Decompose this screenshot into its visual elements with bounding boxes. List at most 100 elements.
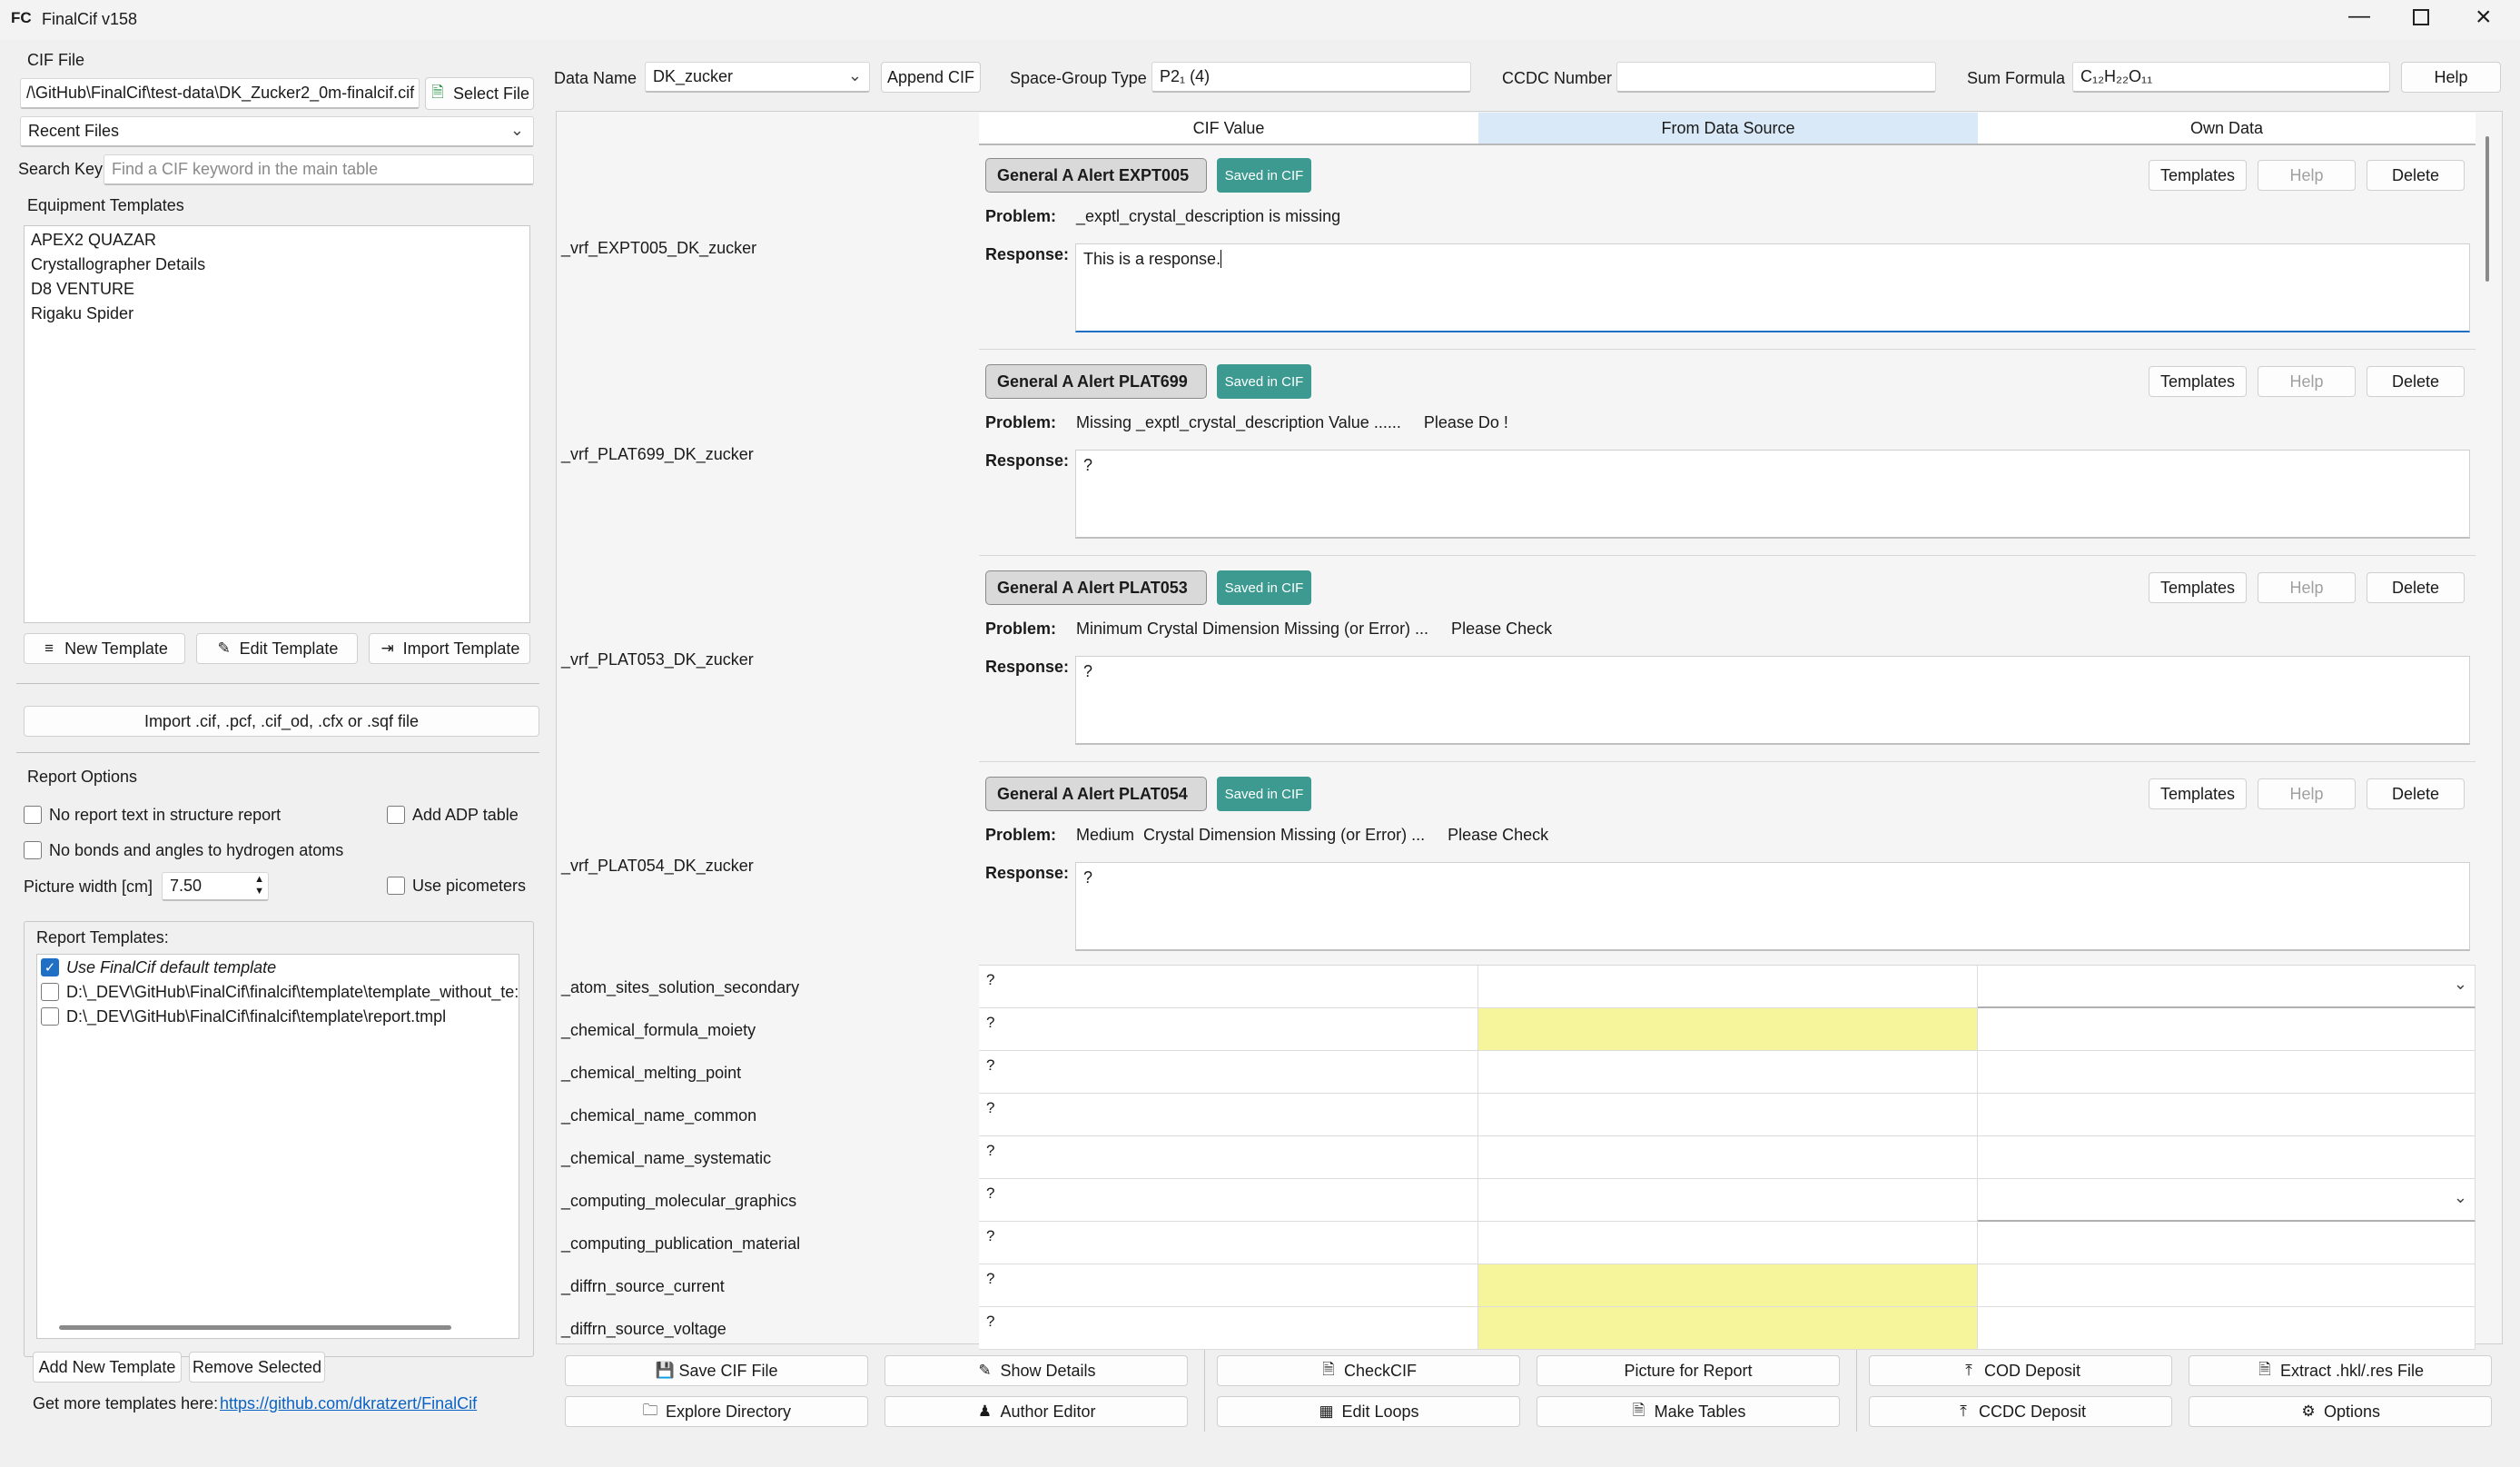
own-data-combo[interactable]: ⌄ (1978, 1179, 2476, 1222)
show-details-button[interactable]: ✎ Show Details (884, 1355, 1188, 1386)
templates-button[interactable]: Templates (2149, 778, 2247, 809)
list-item[interactable]: D:\_DEV\GitHub\FinalCif\finalcif\templat… (66, 983, 519, 1002)
use-picometers-checkbox[interactable] (387, 877, 405, 895)
delete-button[interactable]: Delete (2367, 366, 2465, 397)
own-data-cell[interactable] (1978, 1307, 2476, 1350)
remove-selected-button[interactable]: Remove Selected (189, 1352, 325, 1383)
cif-value-cell[interactable]: ? (979, 1094, 1478, 1136)
data-source-cell[interactable] (1478, 1264, 1978, 1307)
help-button[interactable]: Help (2258, 778, 2356, 809)
data-source-cell[interactable] (1478, 1051, 1978, 1094)
data-source-cell[interactable] (1478, 966, 1978, 1008)
help-button[interactable]: Help (2258, 366, 2356, 397)
data-source-cell[interactable] (1478, 1222, 1978, 1264)
own-data-cell[interactable] (1978, 1222, 2476, 1264)
author-editor-button[interactable]: ♟ Author Editor (884, 1396, 1188, 1427)
template-checkbox[interactable]: ✓ (41, 958, 59, 976)
list-item[interactable]: Crystallographer Details (31, 255, 205, 274)
make-tables-button[interactable]: 🗎 Make Tables (1537, 1396, 1840, 1427)
delete-button[interactable]: Delete (2367, 572, 2465, 603)
list-item[interactable]: D8 VENTURE (31, 280, 134, 299)
equipment-templates-list[interactable]: APEX2 QUAZAR Crystallographer Details D8… (24, 225, 530, 623)
title-bar[interactable]: FC FinalCif v158 — × (0, 0, 2520, 40)
cif-value-cell[interactable]: ? (979, 966, 1478, 1008)
horizontal-scrollbar[interactable] (59, 1325, 451, 1330)
picture-width-spinbox[interactable]: 7.50 ▲ ▼ (162, 872, 269, 901)
delete-button[interactable]: Delete (2367, 160, 2465, 191)
data-name-combo[interactable]: DK_zucker ⌄ (645, 62, 870, 93)
column-header-data-source[interactable]: From Data Source (1478, 113, 1978, 145)
own-data-cell[interactable] (1978, 1051, 2476, 1094)
more-templates-link[interactable]: https://github.com/dkratzert/FinalCif (220, 1394, 477, 1413)
data-source-cell[interactable] (1478, 1094, 1978, 1136)
help-button[interactable]: Help (2258, 572, 2356, 603)
search-key-input[interactable]: Find a CIF keyword in the main table (104, 154, 534, 185)
data-source-cell[interactable] (1478, 1136, 1978, 1179)
select-file-button[interactable]: 🗎 Select File (425, 77, 534, 110)
picture-report-button[interactable]: Picture for Report (1537, 1355, 1840, 1386)
vertical-scrollbar[interactable] (2485, 136, 2489, 282)
templates-button[interactable]: Templates (2149, 366, 2247, 397)
spin-arrows-icon[interactable]: ▲ ▼ (254, 874, 264, 897)
recent-files-combo[interactable]: Recent Files ⌄ (20, 116, 534, 147)
close-icon[interactable]: × (2476, 2, 2492, 33)
list-item[interactable]: APEX2 QUAZAR (31, 231, 156, 250)
response-textarea[interactable]: ? (1075, 656, 2470, 745)
no-bonds-checkbox[interactable] (24, 841, 42, 859)
cif-file-path[interactable]: /\GitHub\FinalCif\test-data\DK_Zucker2_0… (20, 78, 420, 109)
cod-deposit-button[interactable]: ⤒ COD Deposit (1869, 1355, 2172, 1386)
checkcif-button[interactable]: 🗎 CheckCIF (1217, 1355, 1520, 1386)
data-source-cell[interactable] (1478, 1008, 1978, 1051)
save-cif-button[interactable]: 💾 Save CIF File (565, 1355, 868, 1386)
templates-button[interactable]: Templates (2149, 160, 2247, 191)
no-report-text-checkbox[interactable] (24, 806, 42, 824)
options-button[interactable]: ⚙ Options (2189, 1396, 2492, 1427)
add-new-template-button[interactable]: Add New Template (33, 1352, 182, 1383)
list-item[interactable]: Rigaku Spider (31, 304, 133, 323)
explore-directory-button[interactable]: 🗀 Explore Directory (565, 1396, 868, 1427)
space-group-field[interactable]: P2₁ (4) (1151, 62, 1471, 93)
ccdc-number-field[interactable] (1616, 62, 1936, 93)
edit-template-button[interactable]: ✎ Edit Template (196, 633, 358, 664)
column-header-own-data[interactable]: Own Data (1978, 113, 2476, 145)
template-checkbox[interactable] (41, 983, 59, 1001)
add-adp-checkbox[interactable] (387, 806, 405, 824)
sum-formula-field[interactable]: C₁₂H₂₂O₁₁ (2072, 62, 2390, 93)
column-header-cif-value[interactable]: CIF Value (979, 113, 1478, 145)
own-data-cell[interactable] (1978, 1094, 2476, 1136)
template-checkbox[interactable] (41, 1007, 59, 1026)
ccdc-deposit-button[interactable]: ⤒ CCDC Deposit (1869, 1396, 2172, 1427)
cif-value-cell[interactable]: ? (979, 1051, 1478, 1094)
cif-value-cell[interactable]: ? (979, 1222, 1478, 1264)
edit-loops-button[interactable]: ▦ Edit Loops (1217, 1396, 1520, 1427)
own-data-combo[interactable]: ⌄ (1978, 966, 2476, 1008)
list-item[interactable]: D:\_DEV\GitHub\FinalCif\finalcif\templat… (66, 1007, 446, 1026)
import-file-button[interactable]: Import .cif, .pcf, .cif_od, .cfx or .sqf… (24, 706, 539, 737)
own-data-cell[interactable] (1978, 1136, 2476, 1179)
list-item[interactable]: Use FinalCif default template (66, 958, 276, 977)
help-button[interactable]: Help (2401, 62, 2501, 93)
response-textarea[interactable]: ? (1075, 862, 2470, 951)
own-data-cell[interactable] (1978, 1008, 2476, 1051)
row-key-label: _chemical_name_systematic (561, 1149, 772, 1167)
delete-button[interactable]: Delete (2367, 778, 2465, 809)
report-templates-list[interactable]: ✓ Use FinalCif default template D:\_DEV\… (36, 954, 519, 1339)
templates-button[interactable]: Templates (2149, 572, 2247, 603)
maximize-icon[interactable] (2413, 9, 2429, 25)
cif-value-cell[interactable]: ? (979, 1264, 1478, 1307)
append-cif-button[interactable]: Append CIF (881, 62, 981, 93)
extract-hkl-button[interactable]: 🗎 Extract .hkl/.res File (2189, 1355, 2492, 1386)
cif-value-cell[interactable]: ? (979, 1136, 1478, 1179)
new-template-button[interactable]: ≡ New Template (24, 633, 185, 664)
data-source-cell[interactable] (1478, 1179, 1978, 1222)
cif-value-cell[interactable]: ? (979, 1179, 1478, 1222)
minimize-icon[interactable]: — (2348, 4, 2370, 29)
data-source-cell[interactable] (1478, 1307, 1978, 1350)
own-data-cell[interactable] (1978, 1264, 2476, 1307)
import-template-button[interactable]: ⇥ Import Template (369, 633, 530, 664)
response-textarea[interactable]: This is a response. (1075, 243, 2470, 332)
response-textarea[interactable]: ? (1075, 450, 2470, 539)
cif-value-cell[interactable]: ? (979, 1008, 1478, 1051)
help-button[interactable]: Help (2258, 160, 2356, 191)
cif-value-cell[interactable]: ? (979, 1307, 1478, 1350)
